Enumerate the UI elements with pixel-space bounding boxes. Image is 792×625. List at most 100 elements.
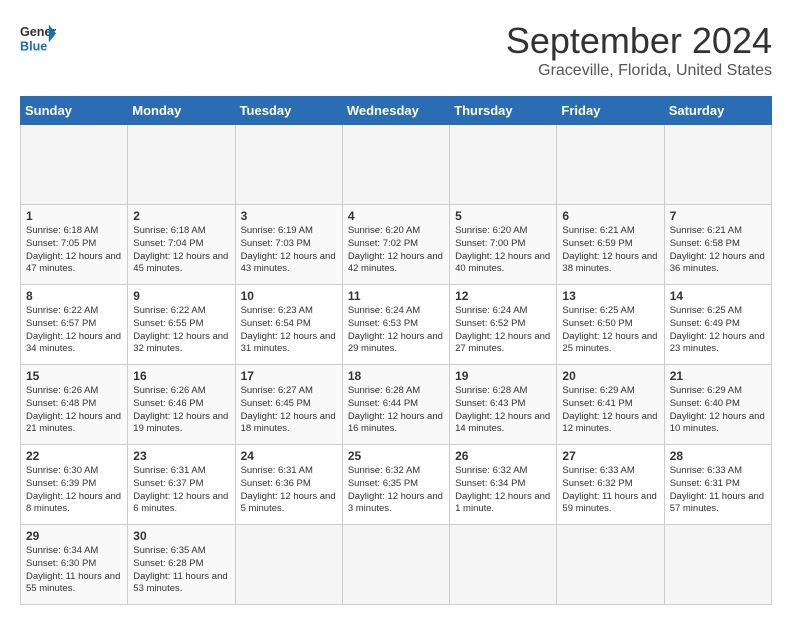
calendar-week-row — [21, 125, 772, 205]
day-number: 18 — [348, 369, 444, 383]
day-info: Sunrise: 6:22 AMSunset: 6:57 PMDaylight:… — [26, 305, 122, 356]
day-info: Sunrise: 6:18 AMSunset: 7:04 PMDaylight:… — [133, 225, 229, 276]
day-number: 6 — [562, 209, 658, 223]
month-title: September 2024 — [506, 20, 772, 62]
day-info: Sunrise: 6:25 AMSunset: 6:50 PMDaylight:… — [562, 305, 658, 356]
calendar-cell-empty — [557, 525, 664, 605]
calendar-cell-empty — [342, 125, 449, 205]
day-number: 12 — [455, 289, 551, 303]
calendar-cell-day: 3Sunrise: 6:19 AMSunset: 7:03 PMDaylight… — [235, 205, 342, 285]
calendar-header-row: SundayMondayTuesdayWednesdayThursdayFrid… — [21, 97, 772, 125]
calendar-cell-empty — [235, 125, 342, 205]
day-info: Sunrise: 6:26 AMSunset: 6:48 PMDaylight:… — [26, 385, 122, 436]
calendar-cell-day: 5Sunrise: 6:20 AMSunset: 7:00 PMDaylight… — [450, 205, 557, 285]
day-info: Sunrise: 6:35 AMSunset: 6:28 PMDaylight:… — [133, 545, 229, 596]
day-info: Sunrise: 6:29 AMSunset: 6:40 PMDaylight:… — [670, 385, 766, 436]
calendar-header-sunday: Sunday — [21, 97, 128, 125]
calendar-cell-day: 11Sunrise: 6:24 AMSunset: 6:53 PMDayligh… — [342, 285, 449, 365]
calendar-cell-day: 15 Sunrise: 6:26 AMSunset: 6:48 PMDayligh… — [21, 365, 128, 445]
calendar-cell-day: 25 Sunrise: 6:32 AMSunset: 6:35 PMDayligh… — [342, 445, 449, 525]
calendar-cell-day: 23Sunrise: 6:31 AMSunset: 6:37 PMDayligh… — [128, 445, 235, 525]
calendar-cell-day: 9 Sunrise: 6:22 AMSunset: 6:55 PMDaylight… — [128, 285, 235, 365]
calendar-cell-empty — [450, 525, 557, 605]
day-number: 26 — [455, 449, 551, 463]
day-info: Sunrise: 6:18 AMSunset: 7:05 PMDaylight:… — [26, 225, 122, 276]
day-number: 9 — [133, 289, 229, 303]
day-info: Sunrise: 6:30 AMSunset: 6:39 PMDaylight:… — [26, 465, 122, 516]
day-info: Sunrise: 6:23 AMSunset: 6:54 PMDaylight:… — [241, 305, 337, 356]
calendar-cell-day: 7 Sunrise: 6:21 AMSunset: 6:58 PMDaylight… — [664, 205, 771, 285]
calendar-header-monday: Monday — [128, 97, 235, 125]
calendar-cell-empty — [235, 525, 342, 605]
day-number: 16 — [133, 369, 229, 383]
calendar-header-thursday: Thursday — [450, 97, 557, 125]
calendar-week-row: 1 Sunrise: 6:18 AMSunset: 7:05 PMDaylight… — [21, 205, 772, 285]
day-number: 27 — [562, 449, 658, 463]
calendar-cell-day: 18 Sunrise: 6:28 AMSunset: 6:44 PMDayligh… — [342, 365, 449, 445]
calendar-body: 1 Sunrise: 6:18 AMSunset: 7:05 PMDaylight… — [21, 125, 772, 605]
day-number: 19 — [455, 369, 551, 383]
day-info: Sunrise: 6:32 AMSunset: 6:34 PMDaylight:… — [455, 465, 551, 516]
day-number: 24 — [241, 449, 337, 463]
header: General Blue September 2024 Graceville, … — [20, 20, 772, 80]
logo: General Blue — [20, 20, 56, 56]
day-number: 13 — [562, 289, 658, 303]
day-number: 23 — [133, 449, 229, 463]
calendar-cell-day: 1 Sunrise: 6:18 AMSunset: 7:05 PMDaylight… — [21, 205, 128, 285]
day-number: 30 — [133, 529, 229, 543]
calendar-cell-day: 10Sunrise: 6:23 AMSunset: 6:54 PMDayligh… — [235, 285, 342, 365]
day-number: 28 — [670, 449, 766, 463]
calendar-week-row: 29 Sunrise: 6:34 AMSunset: 6:30 PMDayligh… — [21, 525, 772, 605]
day-number: 11 — [348, 289, 444, 303]
day-number: 20 — [562, 369, 658, 383]
logo-icon: General Blue — [20, 20, 56, 56]
calendar-cell-day: 2 Sunrise: 6:18 AMSunset: 7:04 PMDaylight… — [128, 205, 235, 285]
calendar-cell-day: 26 Sunrise: 6:32 AMSunset: 6:34 PMDayligh… — [450, 445, 557, 525]
calendar-cell-day: 22 Sunrise: 6:30 AMSunset: 6:39 PMDayligh… — [21, 445, 128, 525]
calendar-cell-day: 17Sunrise: 6:27 AMSunset: 6:45 PMDayligh… — [235, 365, 342, 445]
calendar-cell-empty — [664, 525, 771, 605]
day-number: 7 — [670, 209, 766, 223]
calendar-cell-day: 27 Sunrise: 6:33 AMSunset: 6:32 PMDayligh… — [557, 445, 664, 525]
calendar-cell-day: 19Sunrise: 6:28 AMSunset: 6:43 PMDayligh… — [450, 365, 557, 445]
day-number: 2 — [133, 209, 229, 223]
day-info: Sunrise: 6:21 AMSunset: 6:59 PMDaylight:… — [562, 225, 658, 276]
day-info: Sunrise: 6:25 AMSunset: 6:49 PMDaylight:… — [670, 305, 766, 356]
day-number: 4 — [348, 209, 444, 223]
calendar-cell-day: 13 Sunrise: 6:25 AMSunset: 6:50 PMDayligh… — [557, 285, 664, 365]
calendar-cell-day: 8Sunrise: 6:22 AMSunset: 6:57 PMDaylight… — [21, 285, 128, 365]
day-info: Sunrise: 6:21 AMSunset: 6:58 PMDaylight:… — [670, 225, 766, 276]
calendar-cell-day: 12 Sunrise: 6:24 AMSunset: 6:52 PMDayligh… — [450, 285, 557, 365]
day-info: Sunrise: 6:19 AMSunset: 7:03 PMDaylight:… — [241, 225, 337, 276]
calendar-cell-empty — [342, 525, 449, 605]
calendar-cell-empty — [557, 125, 664, 205]
day-info: Sunrise: 6:29 AMSunset: 6:41 PMDaylight:… — [562, 385, 658, 436]
day-info: Sunrise: 6:22 AMSunset: 6:55 PMDaylight:… — [133, 305, 229, 356]
calendar-header-wednesday: Wednesday — [342, 97, 449, 125]
calendar-cell-day: 6 Sunrise: 6:21 AMSunset: 6:59 PMDaylight… — [557, 205, 664, 285]
day-number: 29 — [26, 529, 122, 543]
day-info: Sunrise: 6:34 AMSunset: 6:30 PMDaylight:… — [26, 545, 122, 596]
day-number: 22 — [26, 449, 122, 463]
calendar-cell-empty — [21, 125, 128, 205]
day-info: Sunrise: 6:31 AMSunset: 6:36 PMDaylight:… — [241, 465, 337, 516]
calendar-header-tuesday: Tuesday — [235, 97, 342, 125]
day-info: Sunrise: 6:32 AMSunset: 6:35 PMDaylight:… — [348, 465, 444, 516]
day-number: 1 — [26, 209, 122, 223]
calendar-cell-day: 4Sunrise: 6:20 AMSunset: 7:02 PMDaylight… — [342, 205, 449, 285]
calendar-week-row: 8Sunrise: 6:22 AMSunset: 6:57 PMDaylight… — [21, 285, 772, 365]
svg-text:Blue: Blue — [20, 40, 47, 54]
calendar-cell-day: 24 Sunrise: 6:31 AMSunset: 6:36 PMDayligh… — [235, 445, 342, 525]
calendar-cell-day: 30 Sunrise: 6:35 AMSunset: 6:28 PMDayligh… — [128, 525, 235, 605]
day-number: 25 — [348, 449, 444, 463]
day-info: Sunrise: 6:28 AMSunset: 6:44 PMDaylight:… — [348, 385, 444, 436]
calendar-cell-day: 20 Sunrise: 6:29 AMSunset: 6:41 PMDayligh… — [557, 365, 664, 445]
day-info: Sunrise: 6:24 AMSunset: 6:52 PMDaylight:… — [455, 305, 551, 356]
calendar-cell-day: 29 Sunrise: 6:34 AMSunset: 6:30 PMDayligh… — [21, 525, 128, 605]
calendar-cell-empty — [664, 125, 771, 205]
calendar-cell-day: 16 Sunrise: 6:26 AMSunset: 6:46 PMDayligh… — [128, 365, 235, 445]
day-number: 15 — [26, 369, 122, 383]
day-info: Sunrise: 6:26 AMSunset: 6:46 PMDaylight:… — [133, 385, 229, 436]
calendar-header-saturday: Saturday — [664, 97, 771, 125]
day-info: Sunrise: 6:33 AMSunset: 6:32 PMDaylight:… — [562, 465, 658, 516]
